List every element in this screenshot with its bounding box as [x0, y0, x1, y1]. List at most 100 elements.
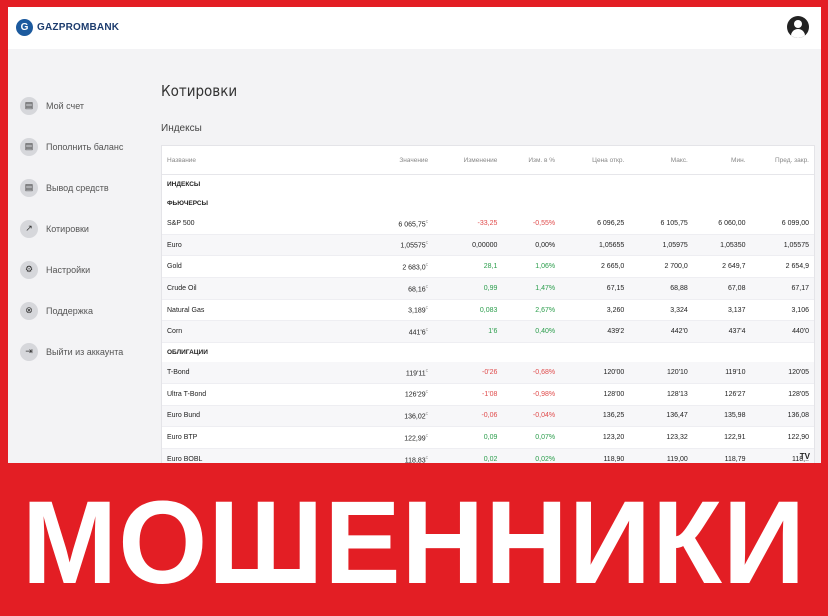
cell-open-text: 6 096,25: [597, 219, 625, 227]
cell-high-text: 136,47: [666, 412, 688, 420]
cell-prev: 6 099,00: [750, 213, 814, 234]
cell-change-text: -33,25: [477, 219, 498, 227]
cell-prev: 1,05575: [750, 234, 814, 256]
logo[interactable]: G GAZPROMBANK: [16, 19, 119, 36]
cell-prev-text: 136,08: [787, 412, 809, 420]
cell-open-text: 128'00: [603, 390, 625, 398]
table-row[interactable]: Natural Gas 3,189c 0,083 2,67% 3,260 3,324 3,1…: [162, 299, 814, 321]
chart-icon: ↗: [20, 219, 38, 238]
cell-high-text: 68,88: [670, 284, 688, 292]
cell-value: 119'11c: [335, 362, 434, 384]
cell-change-text: -1'08: [482, 390, 498, 398]
column-header[interactable]: Название: [162, 146, 336, 175]
cell-low: 135,98: [692, 405, 751, 427]
column-header[interactable]: Макс.: [629, 146, 693, 175]
instrument-name[interactable]: Natural Gas: [162, 299, 335, 321]
cell-high: 136,47: [629, 405, 693, 427]
cell-low-text: 6 060,00: [718, 219, 746, 227]
cell-change-text: 0,083: [479, 306, 498, 314]
cell-low-text: 135,98: [724, 412, 746, 420]
table-row[interactable]: Ultra T-Bond 126'29c -1'08 -0,98% 128'00 128'…: [162, 383, 814, 405]
cell-open-text: 2 665,0: [600, 263, 625, 271]
cell-change-text: 0,02: [483, 455, 498, 463]
cell-pct: 0,00%: [502, 234, 561, 256]
cell-high: 120'10: [629, 362, 693, 384]
sidebar-item-account[interactable]: ▤ Мой счет: [20, 85, 160, 126]
value-suffix: c: [425, 283, 429, 290]
cell-prev: 2 654,9: [750, 256, 814, 278]
instrument-name[interactable]: T-Bond: [162, 362, 336, 384]
sidebar-item-deposit[interactable]: ▤ Пополнить баланс: [20, 126, 160, 167]
table-row[interactable]: Euro 1,05575c 0,00000 0,00% 1,05655 1,05975 1,…: [162, 234, 814, 256]
section-label: Индексы: [161, 123, 202, 134]
cell-pct: 1,47%: [502, 277, 561, 300]
sidebar-item-label: Вывод средств: [46, 182, 109, 193]
instrument-name[interactable]: Euro Bund: [162, 405, 336, 427]
instrument-name[interactable]: Gold: [162, 256, 335, 278]
deposit-icon: ▤: [20, 137, 38, 156]
instrument-name[interactable]: Corn: [162, 320, 336, 343]
column-header[interactable]: Значение: [335, 146, 434, 175]
cell-prev-text: 440'0: [792, 328, 809, 336]
sidebar-item-label: Мой счет: [46, 100, 85, 111]
group-label: ОБЛИГАЦИИ: [167, 349, 208, 357]
instrument-name[interactable]: S&P 500: [162, 213, 335, 234]
cell-pct-text: 2,67%: [535, 306, 556, 314]
cell-pct: -0,55%: [502, 213, 560, 234]
cell-pct-text: -0,55%: [532, 219, 556, 227]
cell-low-text: 118,79: [724, 455, 746, 463]
instrument-name[interactable]: Euro BTP: [162, 427, 335, 449]
table-row[interactable]: Euro BOBL 118,83c 0,02 0,02% 118,90 119,00 118…: [162, 448, 814, 463]
sidebar-item-settings[interactable]: ⚙ Настройки: [20, 249, 160, 290]
top-bar: G GAZPROMBANK: [8, 7, 821, 49]
table-body: ИНДЕКСЫ ФЬЮЧЕРСЫ S&P 500 6 065,75c -33,25 -0,…: [162, 175, 814, 463]
cell-high: 68,88: [629, 277, 693, 300]
column-header[interactable]: Пред. закр.: [750, 146, 814, 175]
cell-open: 6 096,25: [560, 213, 629, 234]
sidebar-item-support[interactable]: ⊗ Поддержка: [20, 290, 160, 331]
table-row[interactable]: Crude Oil 68,16c 0,99 1,47% 67,15 68,88 67,08 6…: [162, 277, 814, 300]
table-group-row: ФЬЮЧЕРСЫ: [162, 194, 814, 213]
cell-value-text: 119'11: [405, 370, 426, 378]
logo-text: GAZPROMBANK: [37, 22, 120, 33]
column-header[interactable]: Изм. в %: [502, 146, 561, 175]
tradingview-icon[interactable]: TV: [800, 452, 810, 461]
table-row[interactable]: Euro BTP 122,99c 0,09 0,07% 123,20 123,32 122,…: [162, 427, 814, 449]
instrument-name[interactable]: Euro: [162, 234, 336, 256]
sidebar-item-quotes[interactable]: ↗ Котировки: [20, 208, 160, 249]
cell-open-text: 136,25: [602, 412, 625, 420]
column-header[interactable]: Мин.: [692, 146, 751, 175]
cell-high: 128'13: [629, 383, 692, 405]
cell-change-text: -0'26: [482, 368, 498, 376]
cell-open-text: 123,20: [602, 434, 625, 442]
column-header[interactable]: Изменение: [433, 146, 503, 175]
sidebar-item-label: Пополнить баланс: [46, 141, 124, 152]
instrument-name[interactable]: Crude Oil: [162, 277, 336, 300]
table-row[interactable]: Corn 441'6c 1'6 0,40% 439'2 442'0 437'4 440'0: [162, 320, 814, 343]
table-group-row: ОБЛИГАЦИИ: [162, 343, 814, 363]
cell-prev: 136,08: [750, 405, 814, 427]
cell-change: 0,083: [433, 299, 502, 321]
user-avatar-icon[interactable]: [787, 16, 809, 38]
instrument-name[interactable]: Euro BOBL: [162, 448, 336, 463]
cell-pct: 0,07%: [502, 427, 560, 449]
cell-pct: 2,67%: [502, 299, 560, 321]
cell-high: 1,05975: [629, 234, 693, 256]
column-header[interactable]: Цена откр.: [560, 146, 630, 175]
cell-high-text: 123,32: [666, 434, 688, 442]
cell-prev-text: 67,17: [791, 284, 809, 292]
cell-open-text: 1,05655: [599, 241, 625, 249]
cell-open: 128'00: [560, 383, 629, 405]
cell-change-text: 0,00000: [472, 241, 498, 249]
cell-low: 437'4: [692, 320, 751, 343]
quotes-table: Название Значение Изменение Изм. в % Цен…: [161, 145, 815, 463]
table-row[interactable]: Gold 2 683,0c 28,1 1,06% 2 665,0 2 700,0 2 649…: [162, 256, 814, 278]
table-row[interactable]: T-Bond 119'11c -0'26 -0,68% 120'00 120'10 119'…: [162, 362, 814, 384]
table-row[interactable]: Euro Bund 136,02c -0,06 -0,04% 136,25 136,47 1…: [162, 405, 814, 427]
table-row[interactable]: S&P 500 6 065,75c -33,25 -0,55% 6 096,25 6 10…: [162, 213, 814, 235]
cell-low-text: 437'4: [728, 328, 746, 336]
cell-change-text: 0,99: [483, 284, 498, 292]
sidebar-item-withdraw[interactable]: ▤ Вывод средств: [20, 167, 160, 208]
instrument-name[interactable]: Ultra T-Bond: [162, 383, 335, 405]
sidebar-item-logout[interactable]: ⇥ Выйти из аккаунта: [20, 331, 160, 372]
